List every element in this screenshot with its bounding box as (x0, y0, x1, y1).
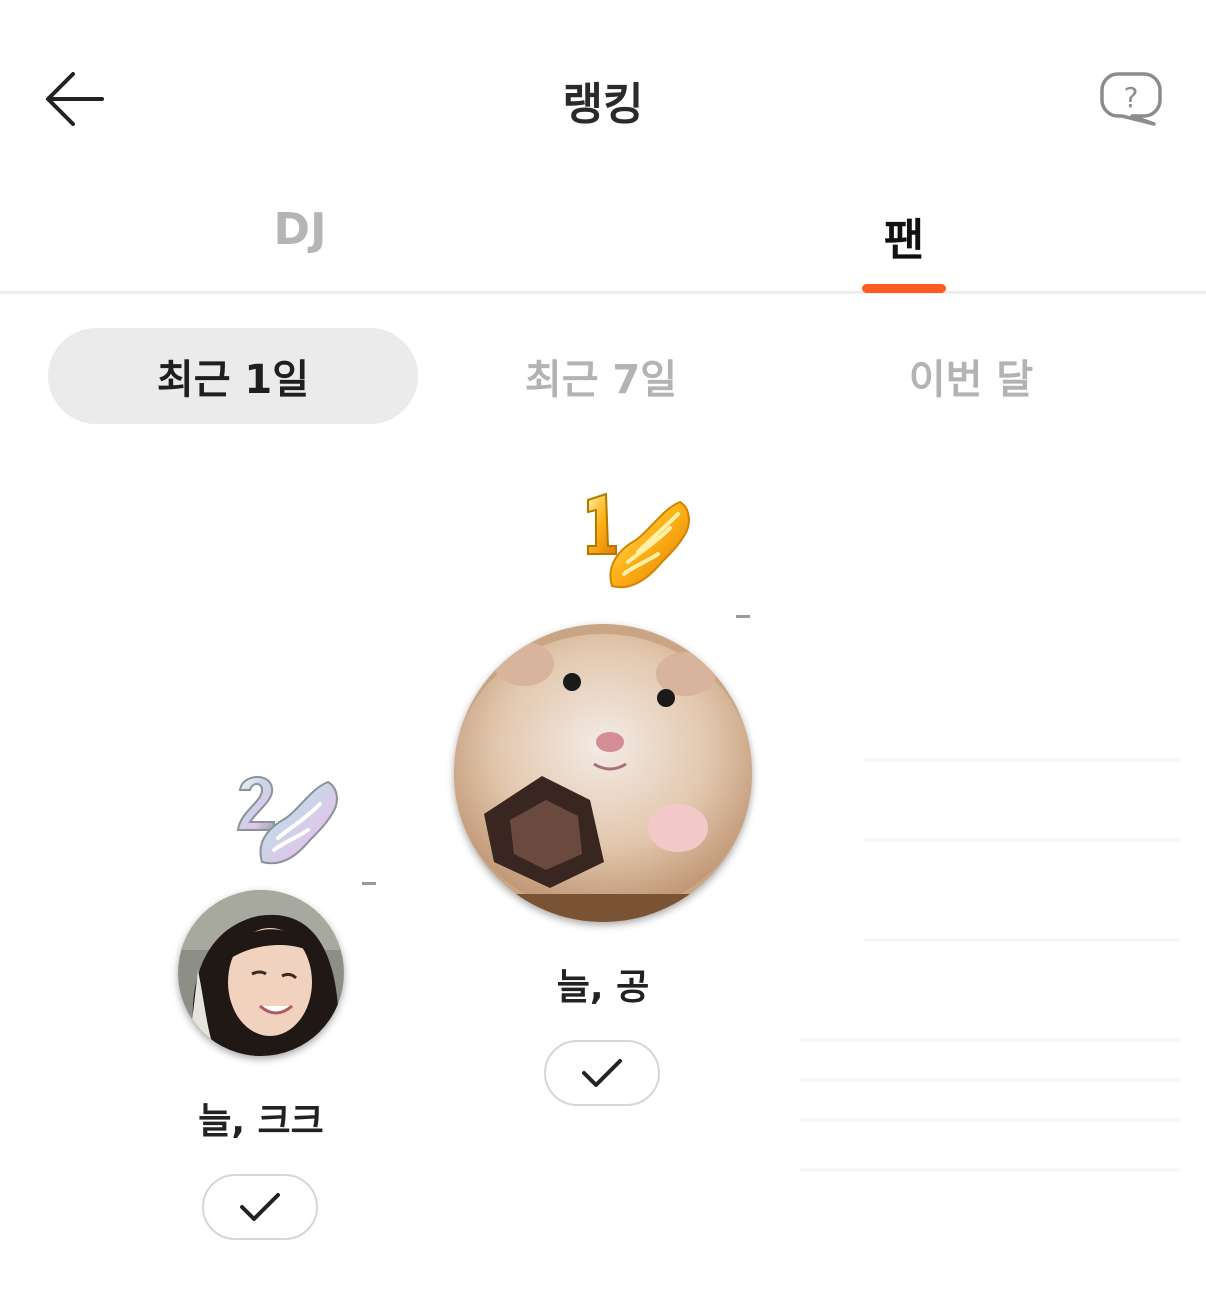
checkmark-icon (582, 1059, 622, 1087)
help-bubble-icon: ? (1100, 72, 1162, 126)
period-this-month[interactable]: 이번 달 (786, 328, 1156, 424)
page-title: 랭킹 (562, 79, 644, 130)
gold-wing-1-icon (578, 488, 694, 604)
help-button[interactable]: ? (1098, 70, 1164, 128)
ranking-tabs: DJ 팬 (0, 190, 1206, 294)
checkmark-icon (240, 1193, 280, 1221)
active-tab-indicator (862, 284, 946, 293)
period-recent-1-day[interactable]: 최근 1일 (48, 328, 418, 424)
tab-fan[interactable]: 팬 (804, 204, 1004, 268)
rank-change-indicator (736, 615, 750, 618)
fan-name: 늘, 크크 (198, 1101, 324, 1142)
silver-wing-2-icon (232, 768, 342, 872)
tab-dj[interactable]: DJ (200, 204, 400, 255)
avatar[interactable] (454, 624, 752, 922)
follow-check-button[interactable] (202, 1174, 318, 1240)
period-recent-7-days[interactable]: 최근 7일 (416, 328, 786, 424)
period-filter: 최근 1일 최근 7일 이번 달 (0, 328, 1206, 426)
svg-text:?: ? (1124, 81, 1139, 114)
header: 랭킹 ? (0, 0, 1206, 190)
rank-change-indicator (362, 882, 376, 885)
follow-check-button[interactable] (544, 1040, 660, 1106)
fan-name: 늘, 공 (556, 967, 650, 1008)
rank-3-placeholder (800, 740, 1190, 1280)
avatar[interactable] (178, 890, 344, 1056)
